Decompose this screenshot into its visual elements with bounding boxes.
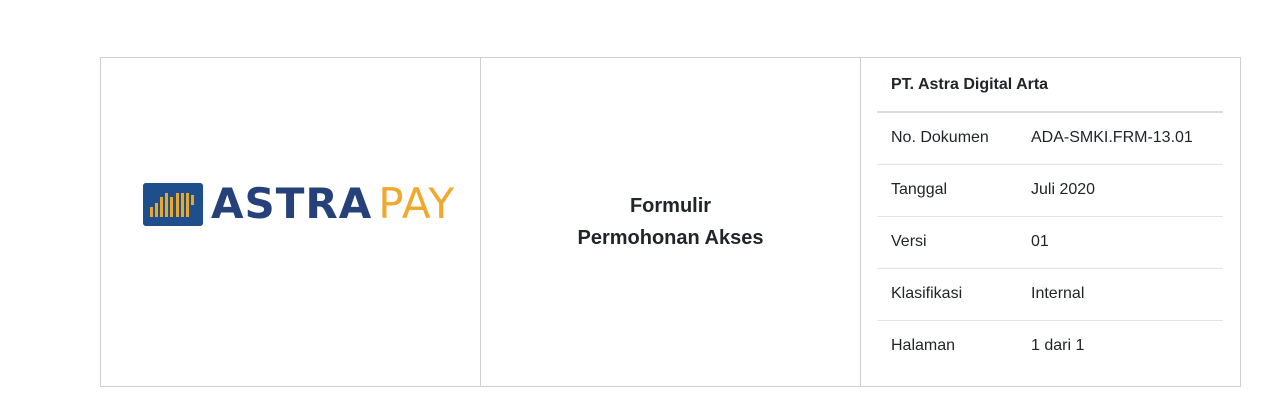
row-label: Klasifikasi — [877, 268, 1017, 321]
form-title-cell: Formulir Permohonan Akses — [481, 58, 861, 386]
form-title-line-2: Permohonan Akses — [577, 227, 764, 249]
row-label: Versi — [877, 216, 1017, 269]
logo-cell: ASTRA PAY — [101, 58, 481, 386]
row-value: Juli 2020 — [1017, 164, 1223, 217]
table-row: Klasifikasi Internal — [877, 268, 1223, 321]
row-label: Tanggal — [877, 164, 1017, 217]
row-value: 1 dari 1 — [1031, 337, 1085, 355]
document-info-cell: PT. Astra Digital Arta No. Dokumen ADA-S… — [861, 58, 1240, 386]
logo-word-pay: PAY — [378, 179, 456, 228]
table-row: Tanggal Juli 2020 — [877, 164, 1223, 217]
form-title-line-1: Formulir — [629, 195, 712, 217]
company-row: PT. Astra Digital Arta — [877, 58, 1223, 113]
astrapay-logo: ASTRA PAY — [143, 182, 455, 226]
table-row: No. Dokumen ADA-SMKI.FRM-13.01 — [877, 112, 1223, 165]
table-row: Versi 01 — [877, 216, 1223, 269]
row-label: Halaman — [891, 337, 956, 355]
company-name: PT. Astra Digital Arta — [877, 58, 1223, 113]
row-value: ADA-SMKI.FRM-13.01 — [1017, 112, 1223, 165]
table-row: Halaman 1 dari 1 — [877, 320, 1223, 372]
badge-stripes-icon — [143, 182, 203, 226]
document-info-table: PT. Astra Digital Arta No. Dokumen ADA-S… — [877, 58, 1223, 372]
row-label: No. Dokumen — [877, 112, 1017, 165]
document-header: ASTRA PAY Formulir Permohonan Akses PT. … — [100, 57, 1241, 387]
row-value: 01 — [1017, 216, 1223, 269]
astrapay-badge-icon — [143, 182, 203, 226]
logo-word-astra: ASTRA — [211, 179, 373, 228]
row-value: Internal — [1017, 268, 1223, 321]
